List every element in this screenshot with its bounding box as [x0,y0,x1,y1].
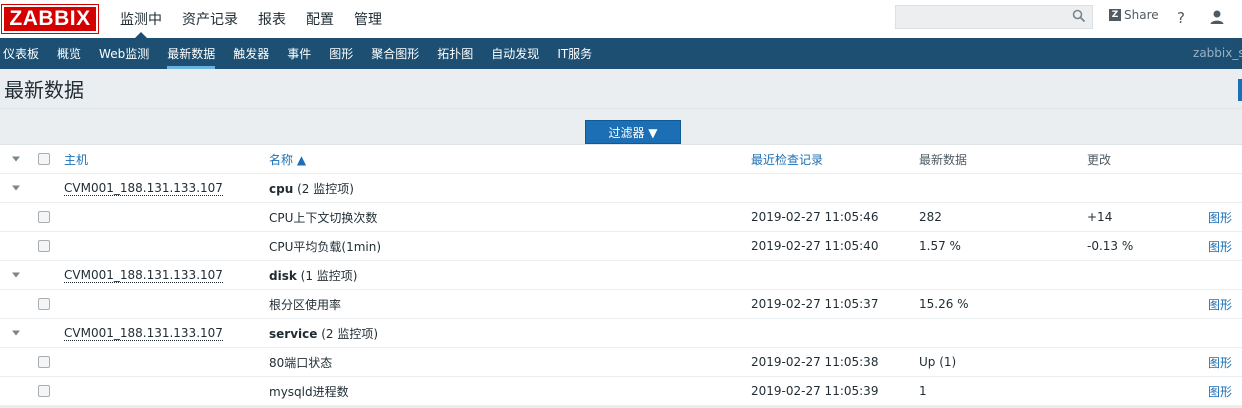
sub-menu-web[interactable]: Web监测 [90,38,158,69]
graph-link[interactable]: 图形 [1208,209,1232,226]
last-value: 282 [919,210,942,224]
table-row: mysqld进程数 2019-02-27 11:05:39 1 图形 [0,377,1242,406]
top-menu-reports[interactable]: 报表 [248,0,296,38]
row-checkbox[interactable] [38,240,50,252]
fullscreen-button[interactable] [1238,79,1242,101]
top-menu-inventory[interactable]: 资产记录 [172,0,248,38]
search-icon[interactable] [1072,9,1086,23]
page-header: 最新数据 [0,69,1242,109]
item-count: (2 监控项) [321,326,379,341]
last-check-time: 2019-02-27 11:05:37 [751,297,879,311]
graph-link[interactable]: 图形 [1208,354,1232,371]
zabbix-share-icon: Z [1109,9,1121,21]
item-name: mysqld进程数 [269,384,349,399]
header-change: 更改 [1087,152,1112,167]
header-host[interactable]: 主机 [64,151,88,168]
application-name: disk [269,268,297,283]
share-button[interactable]: Z Share [1109,8,1159,22]
select-all-checkbox[interactable] [38,153,50,165]
graph-link[interactable]: 图形 [1208,383,1232,400]
sub-menu-graphs[interactable]: 图形 [320,38,362,69]
host-link[interactable]: CVM001_188.131.133.107 [64,326,223,341]
graph-link[interactable]: 图形 [1208,238,1232,255]
item-count: (2 监控项) [297,181,354,196]
application-name: service [269,326,318,341]
top-bar: ZABBIX 监测中 资产记录 报表 配置 管理 Z Share ? [0,0,1242,38]
table-row: CPU上下文切换次数 2019-02-27 11:05:46 282 +14 图… [0,203,1242,232]
sub-menu: 仪表板 概览 Web监测 最新数据 触发器 事件 图形 聚合图形 拓扑图 自动发… [0,38,1242,69]
host-link[interactable]: CVM001_188.131.133.107 [64,268,223,283]
host-link[interactable]: CVM001_188.131.133.107 [64,181,223,196]
share-label: Share [1124,8,1159,22]
row-checkbox[interactable] [38,211,50,223]
search-input[interactable] [895,5,1093,29]
sub-menu-it-services[interactable]: IT服务 [548,38,601,69]
top-menu-configuration[interactable]: 配置 [296,0,344,38]
application-group: disk (1 监控项) [269,267,357,284]
collapse-group-icon[interactable] [12,329,20,337]
user-profile-icon[interactable] [1209,9,1225,25]
last-value: 15.26 % [919,297,969,311]
sub-menu-screens[interactable]: 聚合图形 [362,38,428,69]
zabbix-logo[interactable]: ZABBIX [1,4,99,34]
item-name: 80端口状态 [269,355,333,370]
header-name[interactable]: 名称 ▲ [269,151,306,168]
sub-menu-overview[interactable]: 概览 [48,38,90,69]
sub-menu-maps[interactable]: 拓扑图 [428,38,482,69]
top-menu: 监测中 资产记录 报表 配置 管理 [110,0,392,38]
filter-toggle-button[interactable]: 过滤器 ▼ [585,120,681,144]
table-group-row: CVM001_188.131.133.107 disk (1 监控项) [0,261,1242,290]
page-title: 最新数据 [4,78,84,102]
last-check-time: 2019-02-27 11:05:38 [751,355,879,369]
sub-menu-dashboard[interactable]: 仪表板 [0,38,48,69]
item-name: CPU上下文切换次数 [269,210,378,225]
item-name: 根分区使用率 [269,297,342,312]
collapse-group-icon[interactable] [12,271,20,279]
username-label[interactable]: zabbix_se [1193,46,1242,60]
sub-menu-discovery[interactable]: 自动发现 [482,38,548,69]
row-checkbox[interactable] [38,385,50,397]
help-button[interactable]: ? [1177,9,1185,27]
top-menu-monitoring[interactable]: 监测中 [110,0,172,38]
application-name: cpu [269,181,294,196]
header-last-check[interactable]: 最近检查记录 [751,151,823,168]
sub-menu-latest-data[interactable]: 最新数据 [158,38,224,69]
last-value: 1 [919,384,927,398]
expand-all-icon[interactable] [12,155,20,163]
last-value: Up (1) [919,355,957,369]
sub-menu-events[interactable]: 事件 [278,38,320,69]
graph-link[interactable]: 图形 [1208,296,1232,313]
table-row: CPU平均负载(1min) 2019-02-27 11:05:40 1.57 %… [0,232,1242,261]
row-checkbox[interactable] [38,356,50,368]
last-check-time: 2019-02-27 11:05:46 [751,210,879,224]
sub-menu-triggers[interactable]: 触发器 [224,38,278,69]
table-group-row: CVM001_188.131.133.107 cpu (2 监控项) [0,174,1242,203]
row-checkbox[interactable] [38,298,50,310]
last-check-time: 2019-02-27 11:05:39 [751,384,879,398]
application-group: service (2 监控项) [269,325,378,342]
table-row: 80端口状态 2019-02-27 11:05:38 Up (1) 图形 [0,348,1242,377]
value-change: +14 [1087,210,1113,224]
latest-data-table: 主机 名称 ▲ 最近检查记录 最新数据 更改 CVM001_188.131.13… [0,145,1242,406]
last-check-time: 2019-02-27 11:05:40 [751,239,879,253]
table-row: 根分区使用率 2019-02-27 11:05:37 15.26 % 图形 [0,290,1242,319]
collapse-group-icon[interactable] [12,184,20,192]
last-value: 1.57 % [919,239,961,253]
filter-bar: 过滤器 ▼ [0,109,1242,145]
table-group-row: CVM001_188.131.133.107 service (2 监控项) [0,319,1242,348]
table-header-row: 主机 名称 ▲ 最近检查记录 最新数据 更改 [0,145,1242,174]
application-group: cpu (2 监控项) [269,180,354,197]
item-name: CPU平均负载(1min) [269,239,382,254]
item-count: (1 监控项) [300,268,358,283]
top-menu-administration[interactable]: 管理 [344,0,392,38]
value-change: -0.13 % [1087,239,1134,253]
header-last-value: 最新数据 [919,152,968,167]
